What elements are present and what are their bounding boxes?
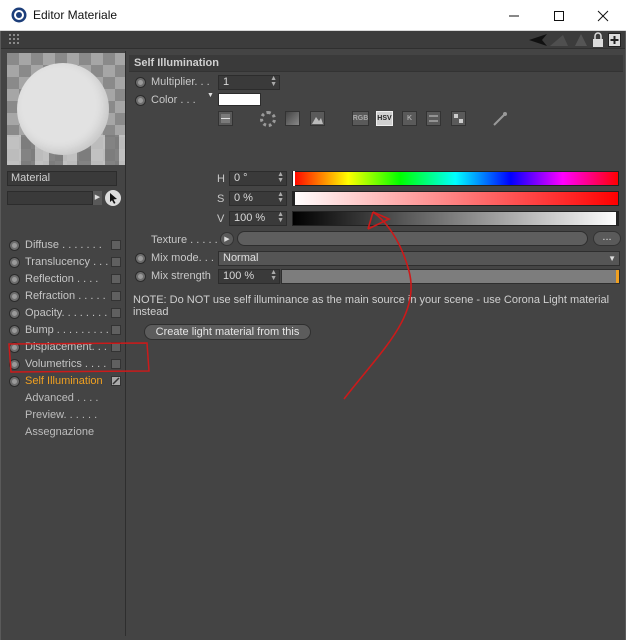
highlight-box-annotation [8, 342, 150, 373]
window-title: Editor Materiale [33, 8, 118, 22]
minimize-icon [509, 15, 519, 16]
minimize-button[interactable] [491, 0, 537, 31]
arrow-head-annotation [367, 211, 391, 230]
material-editor-window: Material ▶ Diffuse . . . . . . . Translu… [0, 31, 626, 640]
maximize-button[interactable] [536, 0, 582, 31]
title-bar: Editor Materiale [0, 0, 626, 31]
maximize-icon [554, 10, 564, 21]
close-icon [597, 10, 609, 21]
annotation-overlay [8, 211, 412, 400]
curved-arrow-annotation [343, 211, 412, 400]
close-button[interactable] [580, 0, 626, 31]
cinema4d-app-icon [11, 7, 27, 23]
